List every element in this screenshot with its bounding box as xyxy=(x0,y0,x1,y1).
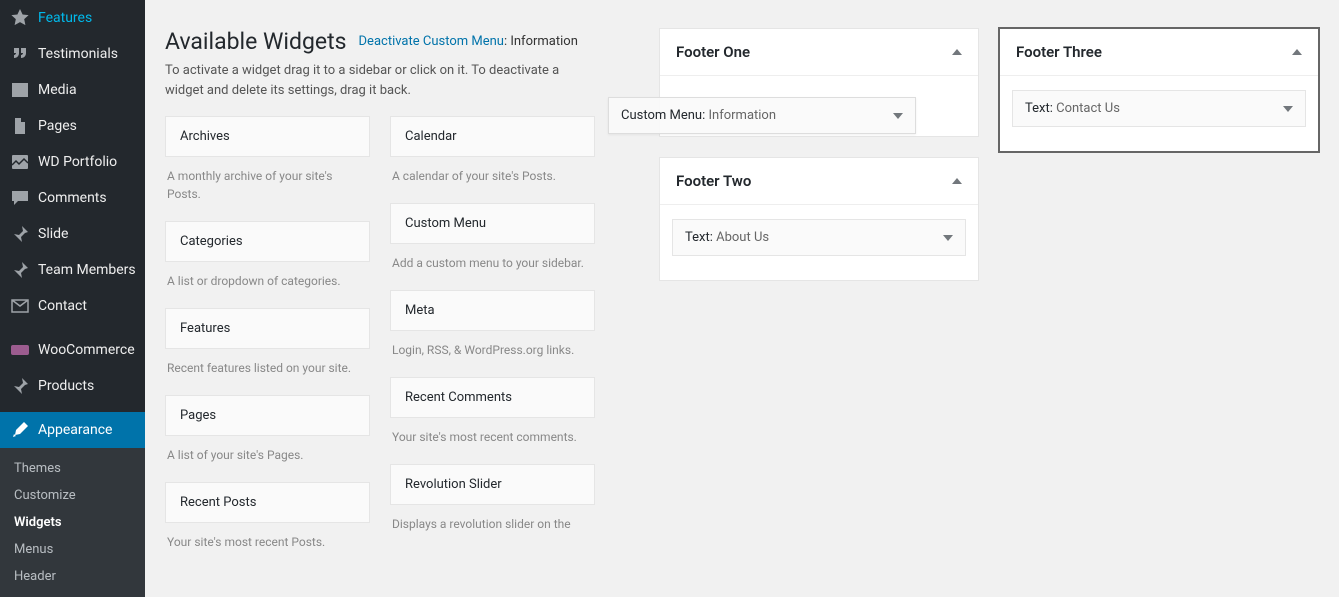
widget-desc: A monthly archive of your site's Posts. xyxy=(167,167,368,203)
widget-desc: Add a custom menu to your sidebar. xyxy=(392,254,593,272)
chevron-up-icon xyxy=(1292,49,1302,55)
sidebar-item-contact[interactable]: Contact xyxy=(0,288,145,324)
widget-desc: Recent features listed on your site. xyxy=(167,359,368,377)
footer-two-widget-text[interactable]: Text: About Us xyxy=(672,219,966,256)
sidebar-item-features[interactable]: Features xyxy=(0,0,145,36)
sidebar-item-label: Pages xyxy=(38,118,77,134)
submenu-header[interactable]: Header xyxy=(0,563,145,590)
widget-label: Information xyxy=(708,108,776,123)
area-title: Footer Two xyxy=(676,172,751,190)
widget-label: About Us xyxy=(716,230,769,245)
widget-recent-comments[interactable]: Recent Comments xyxy=(390,377,595,418)
sidebar-item-label: WooCommerce xyxy=(38,342,135,358)
widget-calendar[interactable]: Calendar xyxy=(390,116,595,157)
widget-desc: Your site's most recent Posts. xyxy=(167,533,368,551)
mail-icon xyxy=(10,296,30,316)
chevron-down-icon xyxy=(893,113,903,119)
pin-icon xyxy=(10,260,30,280)
chevron-down-icon xyxy=(943,235,953,241)
area-title: Footer One xyxy=(676,43,750,61)
sidebar-item-media[interactable]: Media xyxy=(0,72,145,108)
available-widgets-panel: Available Widgets Deactivate Custom Menu… xyxy=(165,28,595,569)
widget-meta[interactable]: Meta xyxy=(390,290,595,331)
widget-desc: Your site's most recent comments. xyxy=(392,428,593,446)
widget-custom-menu[interactable]: Custom Menu xyxy=(390,203,595,244)
chevron-up-icon xyxy=(952,49,962,55)
pin-icon xyxy=(10,224,30,244)
widget-features[interactable]: Features xyxy=(165,308,370,349)
sidebar-item-label: WD Portfolio xyxy=(38,154,117,170)
widget-revolution-slider[interactable]: Revolution Slider xyxy=(390,464,595,505)
sidebar-item-pages[interactable]: Pages xyxy=(0,108,145,144)
widget-desc: A calendar of your site's Posts. xyxy=(392,167,593,185)
chevron-up-icon xyxy=(952,178,962,184)
footer-three-body[interactable]: Text: Contact Us xyxy=(1000,76,1318,151)
media-icon xyxy=(10,80,30,100)
widget-recent-posts[interactable]: Recent Posts xyxy=(165,482,370,523)
available-widgets-title: Available Widgets xyxy=(165,28,347,55)
footer-three-area: Footer Three Text: Contact Us xyxy=(999,28,1319,152)
sidebar-item-woocommerce[interactable]: WooCommerce xyxy=(0,332,145,368)
deactivate-suffix: : Information xyxy=(504,34,578,49)
chevron-down-icon xyxy=(1283,106,1293,112)
sidebar-item-label: Products xyxy=(38,378,94,394)
star-icon xyxy=(10,8,30,28)
submenu-customize[interactable]: Customize xyxy=(0,482,145,509)
submenu-widgets[interactable]: Widgets xyxy=(0,509,145,536)
footer-two-body[interactable]: Text: About Us xyxy=(660,205,978,280)
widget-prefix: Text: xyxy=(685,230,713,245)
sidebar-item-label: Features xyxy=(38,10,92,26)
widget-desc: A list of your site's Pages. xyxy=(167,446,368,464)
available-widgets-description: To activate a widget drag it to a sideba… xyxy=(165,61,595,100)
appearance-submenu: Themes Customize Widgets Menus Header xyxy=(0,448,145,597)
dragging-widget-ghost[interactable]: Custom Menu: Information xyxy=(608,97,916,134)
woo-icon xyxy=(10,340,30,360)
portfolio-icon xyxy=(10,152,30,172)
main-content: Available Widgets Deactivate Custom Menu… xyxy=(145,0,1339,569)
sidebar-item-label: Team Members xyxy=(38,262,136,278)
sidebar-item-label: Contact xyxy=(38,298,87,314)
area-title: Footer Three xyxy=(1016,43,1102,61)
footer-two-header[interactable]: Footer Two xyxy=(660,158,978,205)
sidebar-item-appearance[interactable]: Appearance xyxy=(0,412,145,448)
sidebar-item-testimonials[interactable]: Testimonials xyxy=(0,36,145,72)
footer-three-header[interactable]: Footer Three xyxy=(1000,29,1318,76)
widget-desc: A list or dropdown of categories. xyxy=(167,272,368,290)
deactivate-custom-menu-link[interactable]: Deactivate Custom Menu xyxy=(359,34,504,49)
admin-sidebar: Features Testimonials Media Pages WD Por… xyxy=(0,0,145,557)
page-icon xyxy=(10,116,30,136)
comment-icon xyxy=(10,188,30,208)
widget-pages[interactable]: Pages xyxy=(165,395,370,436)
sidebar-item-wd-portfolio[interactable]: WD Portfolio xyxy=(0,144,145,180)
sidebar-item-products[interactable]: Products xyxy=(0,368,145,404)
sidebar-item-comments[interactable]: Comments xyxy=(0,180,145,216)
footer-two-area: Footer Two Text: About Us xyxy=(659,157,979,281)
widget-categories[interactable]: Categories xyxy=(165,221,370,262)
sidebar-item-label: Slide xyxy=(38,226,68,242)
widget-label: Contact Us xyxy=(1056,101,1120,116)
sidebar-item-label: Appearance xyxy=(38,422,112,438)
widget-desc: Displays a revolution slider on the xyxy=(392,515,593,533)
widget-archives[interactable]: Archives xyxy=(165,116,370,157)
brush-icon xyxy=(10,420,30,440)
widget-desc: Login, RSS, & WordPress.org links. xyxy=(392,341,593,359)
pin-icon xyxy=(10,376,30,396)
sidebar-item-label: Media xyxy=(38,82,77,98)
quote-icon xyxy=(10,44,30,64)
footer-one-header[interactable]: Footer One xyxy=(660,29,978,76)
submenu-menus[interactable]: Menus xyxy=(0,536,145,563)
widget-prefix: Text: xyxy=(1025,101,1053,116)
sidebar-item-label: Comments xyxy=(38,190,107,206)
sidebar-item-label: Testimonials xyxy=(38,46,118,62)
widget-prefix: Custom Menu: xyxy=(621,108,705,123)
submenu-themes[interactable]: Themes xyxy=(0,455,145,482)
footer-three-widget-text[interactable]: Text: Contact Us xyxy=(1012,90,1306,127)
sidebar-item-slide[interactable]: Slide xyxy=(0,216,145,252)
sidebar-item-team-members[interactable]: Team Members xyxy=(0,252,145,288)
